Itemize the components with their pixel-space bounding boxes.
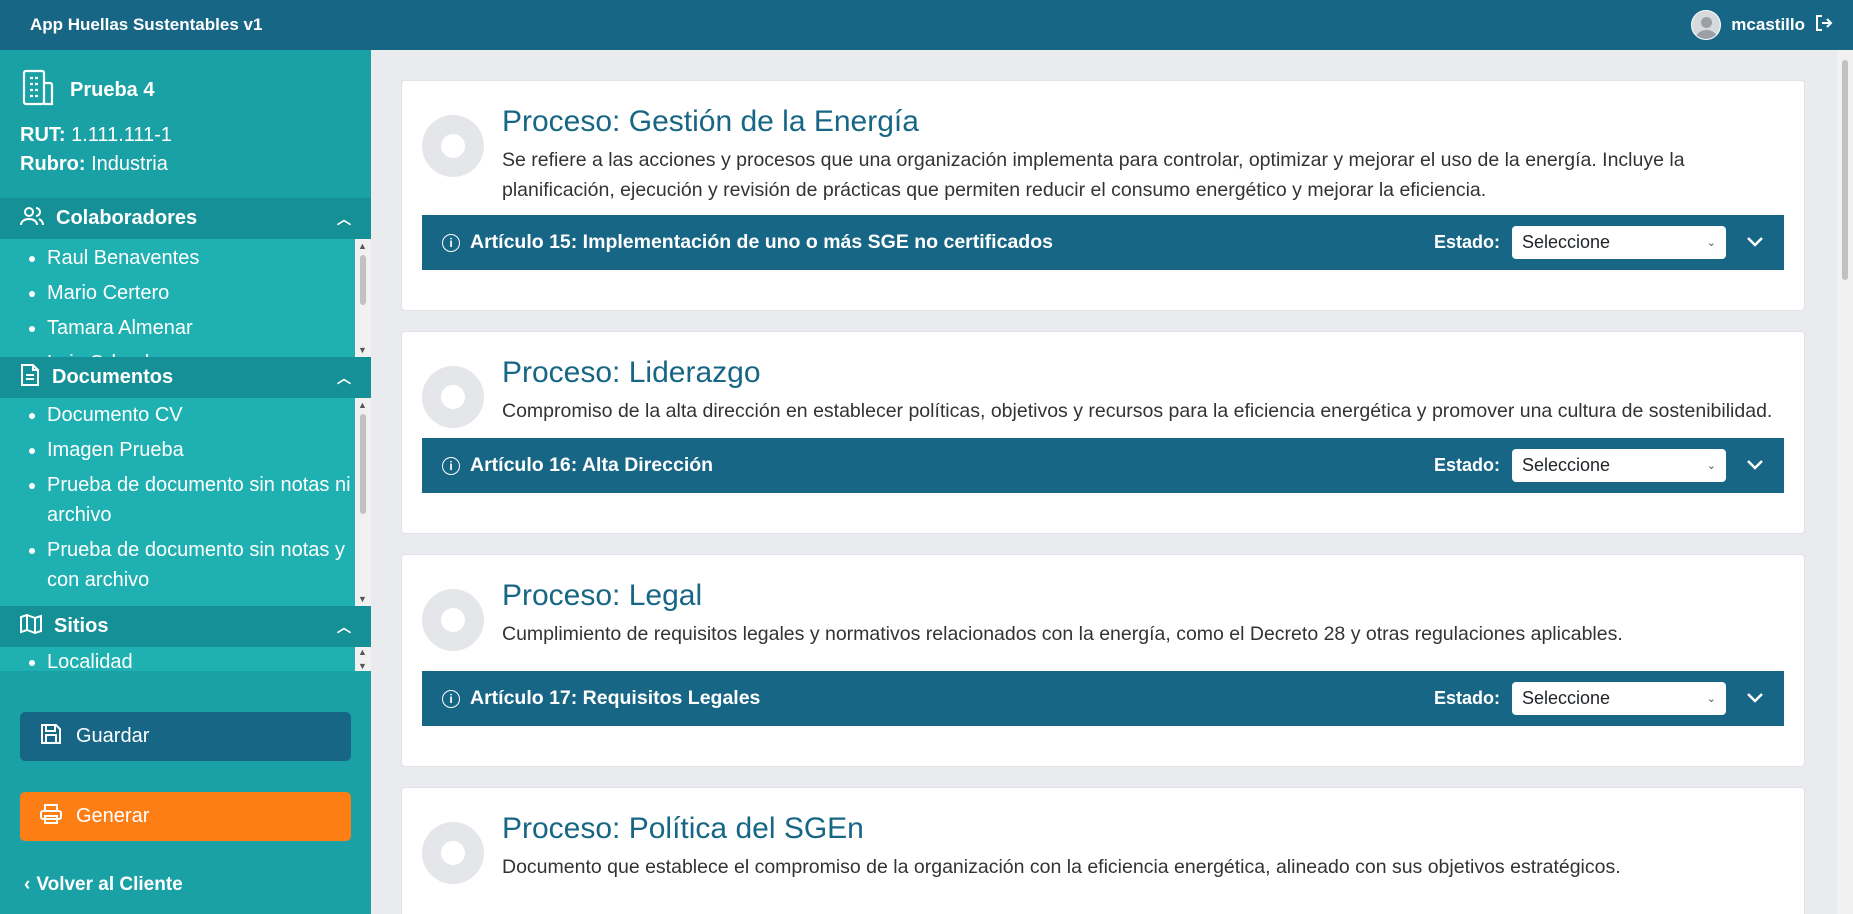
estado-label: Estado: bbox=[1433, 232, 1500, 252]
article-title: Artículo 17: Requisitos Legales bbox=[470, 687, 761, 709]
estado-label: Estado: bbox=[1433, 688, 1500, 708]
process-description: Se refiere a las acciones y procesos que… bbox=[502, 149, 1685, 201]
printer-icon bbox=[40, 803, 62, 831]
process-title: Proceso: Gestión de la Energía bbox=[502, 105, 919, 138]
rut-value: 1.111.111-1 bbox=[71, 124, 172, 146]
section-colaboradores-title: Colaboradores bbox=[56, 207, 198, 229]
list-item[interactable]: Prueba de documento sin notas ni archivo bbox=[47, 470, 351, 530]
back-label: Volver al Cliente bbox=[36, 874, 183, 895]
info-icon: i bbox=[442, 456, 460, 475]
logout-icon[interactable] bbox=[1815, 14, 1833, 37]
users-icon bbox=[20, 205, 44, 233]
chevron-down-icon[interactable] bbox=[1746, 455, 1764, 476]
main-content: Proceso: Gestión de la Energía Se refier… bbox=[371, 50, 1853, 914]
company-rut: RUT: 1.111.111-1 bbox=[20, 124, 351, 147]
company-header: Prueba 4 bbox=[20, 68, 351, 112]
process-title: Proceso: Liderazgo bbox=[502, 356, 761, 389]
process-description: Documento que establece el compromiso de… bbox=[502, 856, 1621, 878]
building-icon bbox=[20, 68, 56, 112]
section-documentos-title: Documentos bbox=[52, 366, 174, 388]
generate-label: Generar bbox=[76, 805, 150, 827]
section-sitios-header[interactable]: Sitios ︿ bbox=[0, 606, 371, 647]
save-label: Guardar bbox=[76, 725, 150, 747]
rut-label: RUT: bbox=[20, 124, 66, 146]
colaboradores-list: Raul Benaventes Mario Certero Tamara Alm… bbox=[0, 239, 371, 357]
save-button[interactable]: Guardar bbox=[20, 712, 351, 761]
list-item[interactable]: Mario Certero bbox=[47, 278, 351, 308]
user-menu[interactable]: mcastillo bbox=[1691, 10, 1833, 40]
info-icon: i bbox=[442, 689, 460, 708]
generate-button[interactable]: Generar bbox=[20, 792, 351, 841]
article-bar[interactable]: i Artículo 17: Requisitos Legales Estado:… bbox=[422, 671, 1784, 726]
process-title: Proceso: Política del SGEn bbox=[502, 812, 864, 845]
save-icon bbox=[40, 723, 62, 751]
list-item[interactable]: Imagen Prueba bbox=[47, 435, 351, 465]
estado-select[interactable]: Seleccione ⌄ bbox=[1512, 226, 1726, 259]
list-item[interactable]: Tamara Almenar bbox=[47, 313, 351, 343]
estado-select[interactable]: Seleccione ⌄ bbox=[1512, 682, 1726, 715]
chevron-up-icon[interactable]: ︿ bbox=[337, 368, 351, 388]
scrollbar[interactable]: ▲ ▼ bbox=[355, 647, 371, 671]
chevron-up-icon[interactable]: ︿ bbox=[337, 617, 351, 637]
estado-label: Estado: bbox=[1433, 455, 1500, 475]
progress-donut bbox=[422, 589, 484, 651]
chevron-down-icon[interactable] bbox=[1746, 232, 1764, 253]
username: mcastillo bbox=[1731, 15, 1805, 34]
progress-donut bbox=[422, 822, 484, 884]
section-documentos-header[interactable]: Documentos ︿ bbox=[0, 357, 371, 398]
list-item[interactable]: Localidad bbox=[47, 647, 351, 671]
chevron-left-icon: ‹ bbox=[24, 874, 31, 895]
list-item[interactable]: Prueba de documento sin notas y con arch… bbox=[47, 535, 351, 595]
process-description: Compromiso de la alta dirección en estab… bbox=[502, 400, 1773, 422]
map-icon bbox=[20, 613, 42, 641]
article-bar[interactable]: i Artículo 16: Alta Dirección Estado: Sel… bbox=[422, 438, 1784, 493]
scrollbar[interactable]: ▲ ▼ bbox=[355, 398, 371, 606]
app-title: App Huellas Sustentables v1 bbox=[30, 15, 263, 34]
section-sitios-title: Sitios bbox=[54, 615, 109, 637]
top-bar: App Huellas Sustentables v1 mcastillo bbox=[0, 0, 1853, 50]
sidebar: Prueba 4 RUT: 1.111.111-1 Rubro: Industr… bbox=[0, 50, 371, 914]
info-icon: i bbox=[442, 233, 460, 252]
process-description: Cumplimiento de requisitos legales y nor… bbox=[502, 623, 1623, 645]
sitios-list: Localidad ▲▼ bbox=[0, 647, 371, 671]
main-scrollbar[interactable] bbox=[1837, 50, 1853, 914]
documentos-list: Documento CV Imagen Prueba Prueba de doc… bbox=[0, 398, 371, 606]
article-title: Artículo 16: Alta Dirección bbox=[470, 454, 714, 476]
estado-select[interactable]: Seleccione ⌄ bbox=[1512, 449, 1726, 482]
rubro-value: Industria bbox=[91, 153, 168, 175]
rubro-label: Rubro: bbox=[20, 153, 86, 175]
list-item[interactable]: Luis Orlando bbox=[47, 348, 351, 357]
article-title: Artículo 15: Implementación de uno o más… bbox=[470, 231, 1053, 253]
company-name: Prueba 4 bbox=[70, 78, 155, 101]
chevron-down-icon[interactable] bbox=[1746, 688, 1764, 709]
progress-donut bbox=[422, 366, 484, 428]
company-rubro: Rubro: Industria bbox=[20, 153, 351, 176]
article-bar[interactable]: i Artículo 15: Implementación de uno o má… bbox=[422, 215, 1784, 270]
company-info: Prueba 4 RUT: 1.111.111-1 Rubro: Industr… bbox=[0, 50, 371, 192]
process-card: Proceso: Gestión de la Energía Se refier… bbox=[401, 80, 1805, 311]
process-card: Proceso: Legal Cumplimiento de requisito… bbox=[401, 554, 1805, 767]
list-item[interactable]: Raul Benaventes bbox=[47, 243, 351, 273]
chevron-up-icon[interactable]: ︿ bbox=[337, 209, 351, 229]
section-colaboradores-header[interactable]: Colaboradores ︿ bbox=[0, 198, 371, 239]
process-title: Proceso: Legal bbox=[502, 579, 703, 612]
avatar[interactable] bbox=[1691, 10, 1722, 40]
process-card: Proceso: Política del SGEn Documento que… bbox=[401, 787, 1805, 914]
list-item[interactable]: Documento CV bbox=[47, 400, 351, 430]
back-to-client-link[interactable]: ‹ Volver al Cliente bbox=[24, 874, 183, 896]
progress-donut bbox=[422, 115, 484, 177]
process-card: Proceso: Liderazgo Compromiso de la alta… bbox=[401, 331, 1805, 534]
scrollbar[interactable]: ▲ ▼ bbox=[355, 239, 371, 357]
document-icon bbox=[20, 363, 40, 393]
